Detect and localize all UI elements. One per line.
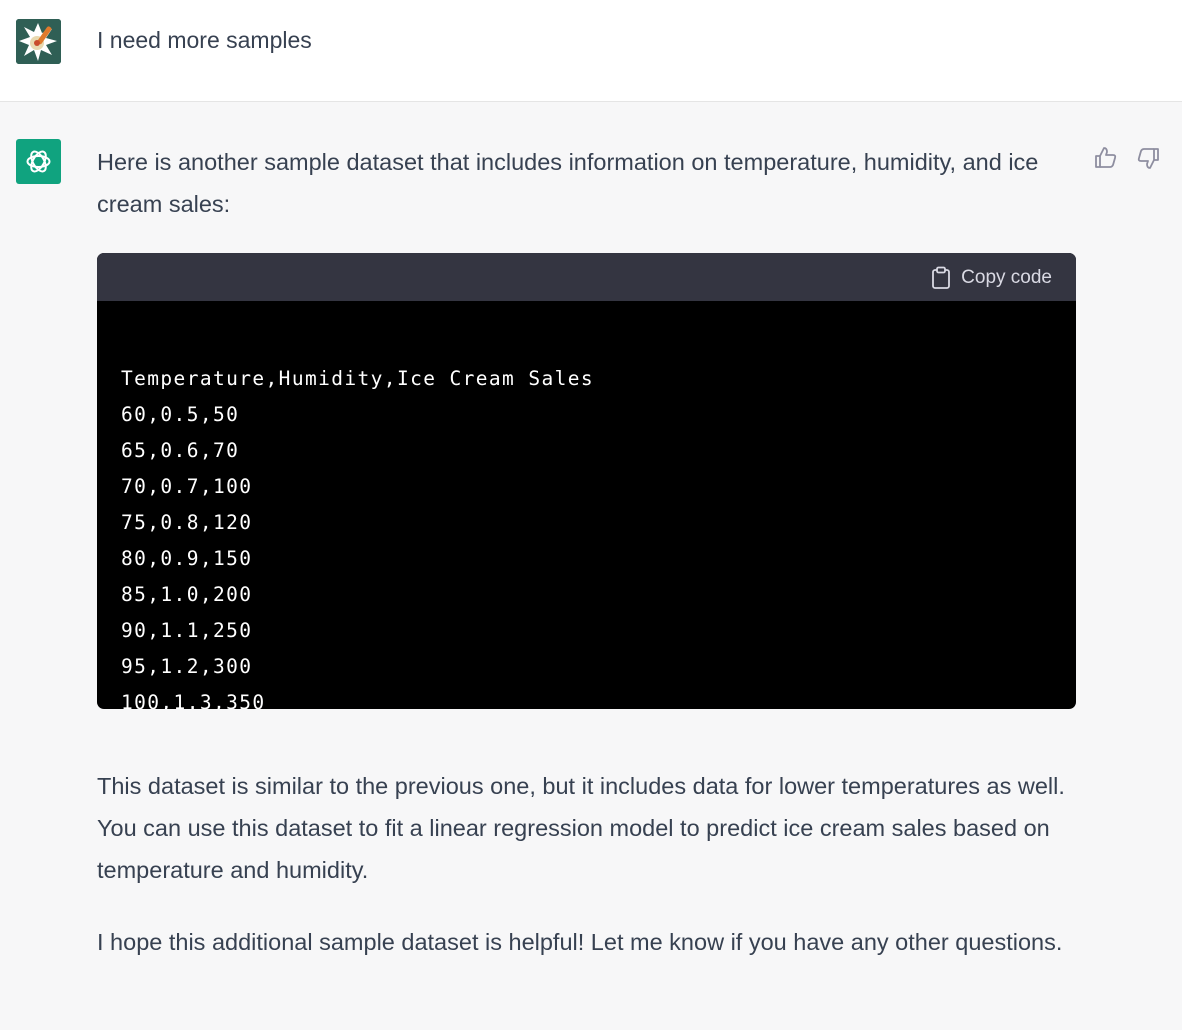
code-block: Copy code Temperature,Humidity,Ice Cream…: [97, 253, 1076, 709]
user-message-row: I need more samples: [0, 0, 1182, 102]
assistant-message-row: Here is another sample dataset that incl…: [0, 102, 1182, 1030]
code-line: 95,1.2,300: [121, 655, 253, 678]
code-line: 85,1.0,200: [121, 583, 253, 606]
code-line: 90,1.1,250: [121, 619, 253, 642]
assistant-avatar: [16, 139, 61, 184]
code-line: 70,0.7,100: [121, 475, 253, 498]
copy-code-button[interactable]: Copy code: [931, 265, 1052, 291]
thumbs-up-button[interactable]: [1092, 144, 1120, 172]
chatgpt-logo-icon: [26, 150, 51, 173]
thumbs-down-icon: [1137, 148, 1159, 169]
code-content: Temperature,Humidity,Ice Cream Sales 60,0…: [97, 301, 1076, 709]
user-avatar: [16, 19, 61, 64]
code-line: 80,0.9,150: [121, 547, 253, 570]
code-line: 60,0.5,50: [121, 403, 240, 426]
thumbs-up-icon: [1095, 147, 1117, 168]
thumbs-down-button[interactable]: [1134, 144, 1162, 172]
assistant-paragraph-1: This dataset is similar to the previous …: [97, 773, 1065, 883]
assistant-paragraph-2: I hope this additional sample dataset is…: [97, 929, 1063, 955]
code-block-header: Copy code: [97, 253, 1076, 301]
code-line: 75,0.8,120: [121, 511, 253, 534]
copy-code-label: Copy code: [961, 267, 1052, 288]
code-line: 65,0.6,70: [121, 439, 240, 462]
user-avatar-illustration-icon: [16, 19, 61, 64]
assistant-intro-text: Here is another sample dataset that incl…: [97, 149, 1039, 217]
clipboard-icon: [932, 266, 951, 289]
user-message-text: I need more samples: [97, 27, 312, 53]
code-line: 100,1.3,350: [121, 691, 266, 709]
code-line: Temperature,Humidity,Ice Cream Sales: [121, 367, 595, 390]
